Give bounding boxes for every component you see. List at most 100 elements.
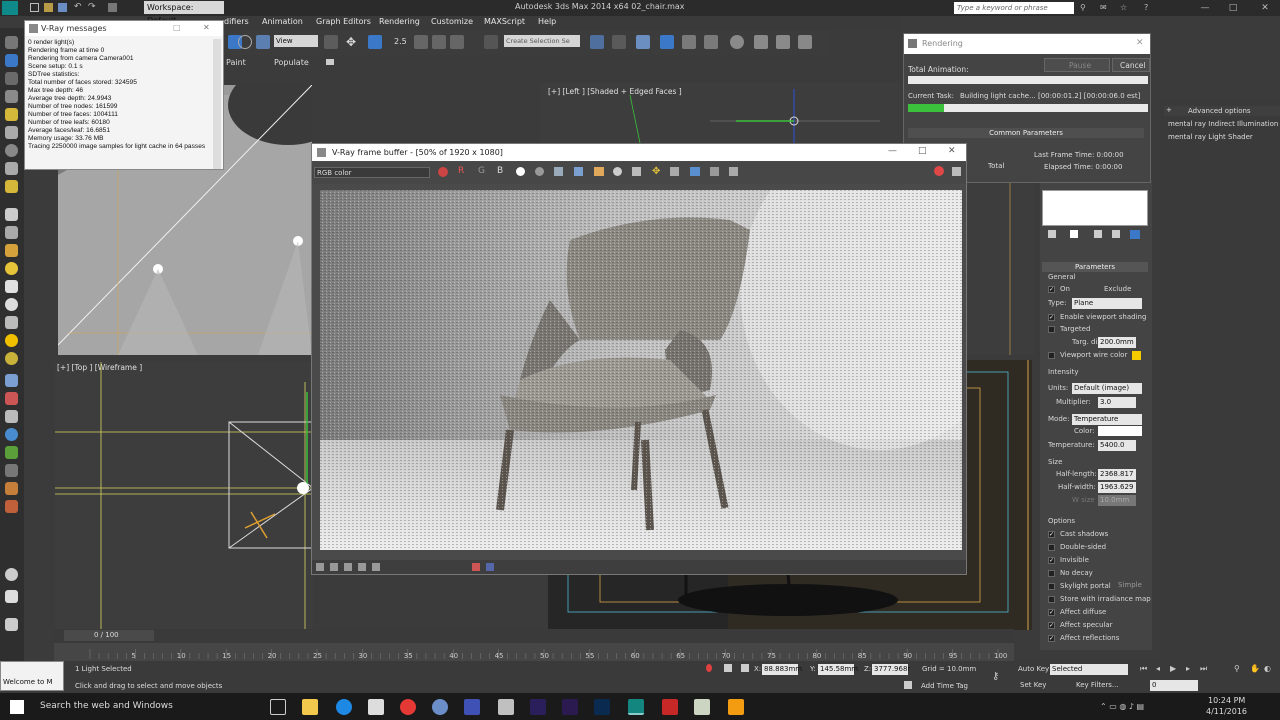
vfb-track-mouse-icon[interactable] xyxy=(632,167,641,176)
show-end-result-icon[interactable] xyxy=(1070,230,1078,238)
make-unique-icon[interactable] xyxy=(1094,230,1102,238)
wire-color-swatch[interactable] xyxy=(1132,351,1141,360)
binoculars-icon[interactable]: ⚲ xyxy=(1080,3,1086,12)
mode-dropdown[interactable]: Temperature xyxy=(1072,414,1142,425)
option-checkbox[interactable]: ✓ xyxy=(1048,531,1055,538)
viewport-wire-color-checkbox[interactable] xyxy=(1048,352,1055,359)
current-frame-field[interactable]: 0 xyxy=(1150,680,1198,691)
communication-icon[interactable]: ☆ xyxy=(1120,3,1127,12)
record-icon[interactable] xyxy=(5,568,18,581)
multiplier-field[interactable]: 3.0 xyxy=(1098,397,1136,408)
vfb-title[interactable]: V-Ray frame buffer - [50% of 1920 x 1080… xyxy=(312,144,966,161)
isolate-icon[interactable] xyxy=(706,664,712,672)
app-logo-icon[interactable] xyxy=(2,1,18,15)
vfb-load-icon[interactable] xyxy=(574,167,583,176)
vray-icon[interactable] xyxy=(728,699,744,715)
vfb-close-button[interactable]: ✕ xyxy=(948,146,956,156)
undo-icon[interactable]: ↶ xyxy=(74,3,82,12)
vfb-alpha-icon[interactable] xyxy=(535,167,544,176)
layer-manager-icon[interactable] xyxy=(636,35,650,49)
plant-icon[interactable] xyxy=(5,482,18,495)
taskbar-search[interactable]: Search the web and Windows xyxy=(40,701,173,711)
reference-coord-dropdown[interactable]: View xyxy=(274,35,318,47)
clock-time[interactable]: 10:24 PM xyxy=(1208,696,1245,705)
clock-date[interactable]: 4/11/2016 xyxy=(1206,707,1247,716)
scale-tool-icon[interactable] xyxy=(5,374,18,387)
maximize-button[interactable]: □ xyxy=(1220,0,1246,16)
prev-frame-icon[interactable]: ◂ xyxy=(1156,664,1160,673)
half-length-field[interactable]: 2368.817 xyxy=(1098,469,1136,480)
lights-icon[interactable] xyxy=(5,262,18,275)
pivot-icon[interactable] xyxy=(324,35,338,49)
pause-button[interactable]: Pause xyxy=(1044,58,1110,72)
msg-scrollbar[interactable] xyxy=(213,39,221,169)
mirror-icon[interactable] xyxy=(590,35,604,49)
schematic-view-icon[interactable] xyxy=(704,35,718,49)
y-coordinate[interactable]: 145.58mm xyxy=(818,664,858,675)
vfb-render-last-icon[interactable] xyxy=(952,167,961,176)
goto-start-icon[interactable]: ⏮ xyxy=(1140,664,1147,674)
file-explorer-icon[interactable] xyxy=(302,699,318,715)
save-icon[interactable] xyxy=(58,3,67,12)
common-parameters-rollout[interactable]: Common Parameters xyxy=(908,128,1144,138)
parameters-rollout[interactable]: Parameters xyxy=(1042,262,1148,272)
remove-modifier-icon[interactable] xyxy=(1112,230,1120,238)
orbit-icon[interactable]: ◐ xyxy=(1264,664,1271,673)
temperature-field[interactable]: 5400.0 xyxy=(1098,440,1136,451)
vfb-link-icon[interactable] xyxy=(670,167,679,176)
move-icon[interactable]: ✥ xyxy=(346,35,360,49)
option-checkbox[interactable] xyxy=(1048,596,1055,603)
selection-dropdown[interactable]: Selected xyxy=(1050,664,1128,675)
new-icon[interactable] xyxy=(30,3,39,12)
add-time-tag-icon[interactable] xyxy=(904,681,912,689)
vfb-lut-icon[interactable] xyxy=(344,563,352,571)
help-icon[interactable]: ? xyxy=(1144,3,1148,12)
graphite-ribbon-icon[interactable] xyxy=(660,35,674,49)
tab-options-icon[interactable] xyxy=(326,59,334,65)
sun-icon[interactable] xyxy=(5,334,18,347)
on-checkbox[interactable]: ✓ xyxy=(1048,286,1055,293)
advanced-options-rollout[interactable]: + Advanced options xyxy=(1164,106,1280,116)
vfb-stop-icon[interactable] xyxy=(934,166,944,176)
vfb-render-icon[interactable] xyxy=(690,167,700,176)
x-coordinate[interactable]: 88.883mm xyxy=(762,664,802,675)
photoshop-icon[interactable] xyxy=(594,699,610,715)
pencil-icon[interactable] xyxy=(694,699,710,715)
bridge-icon[interactable] xyxy=(498,699,514,715)
render-production-icon[interactable] xyxy=(798,35,812,49)
msg-close-button[interactable]: ✕ xyxy=(203,23,210,32)
vfb-maximize-button[interactable]: □ xyxy=(918,146,927,156)
create-box-icon[interactable] xyxy=(5,108,18,121)
tab-paint[interactable]: Paint xyxy=(226,58,246,67)
select-and-manipulate-icon[interactable] xyxy=(368,35,382,49)
shapes-icon[interactable] xyxy=(5,244,18,257)
store-icon[interactable] xyxy=(368,699,384,715)
vfb-history-icon[interactable] xyxy=(729,167,738,176)
vfb-lens-effects-icon[interactable] xyxy=(710,167,719,176)
poly-modeling-icon[interactable] xyxy=(5,72,18,85)
menu-maxscript[interactable]: MAXScript xyxy=(484,17,525,26)
create-sphere-icon[interactable] xyxy=(5,144,18,157)
spinner-snap-icon[interactable] xyxy=(450,35,464,49)
vfb-minimize-button[interactable]: — xyxy=(888,146,897,156)
zoom-icon[interactable]: ⚲ xyxy=(1234,664,1240,673)
edit-mesh-icon[interactable] xyxy=(5,54,18,67)
menu-graph-editors[interactable]: Graph Editors xyxy=(316,17,371,26)
tree-icon[interactable] xyxy=(5,446,18,459)
bucket-icon[interactable] xyxy=(5,618,18,631)
viewport-top[interactable]: [+] [Top ] [Wireframe ] xyxy=(55,362,313,630)
tab-populate[interactable]: Populate xyxy=(274,58,309,67)
vray-lights-icon[interactable] xyxy=(5,90,18,103)
app-icon-purple[interactable] xyxy=(464,699,480,715)
help-search-input[interactable]: Type a keyword or phrase xyxy=(954,2,1074,14)
list-item[interactable]: mental ray Light Shader xyxy=(1168,133,1253,141)
wave-icon[interactable] xyxy=(5,464,18,477)
project-icon[interactable] xyxy=(108,3,117,12)
edit-named-selection-icon[interactable] xyxy=(484,35,498,49)
vray-messages-title[interactable]: V-Ray messages xyxy=(25,21,223,36)
vfb-history-back-icon[interactable] xyxy=(472,563,480,571)
key-filters-button[interactable]: Key Filters... xyxy=(1076,681,1119,689)
geometry-icon[interactable] xyxy=(5,280,18,293)
close-button[interactable]: ✕ xyxy=(1252,0,1278,16)
grid-icon[interactable] xyxy=(5,590,18,603)
